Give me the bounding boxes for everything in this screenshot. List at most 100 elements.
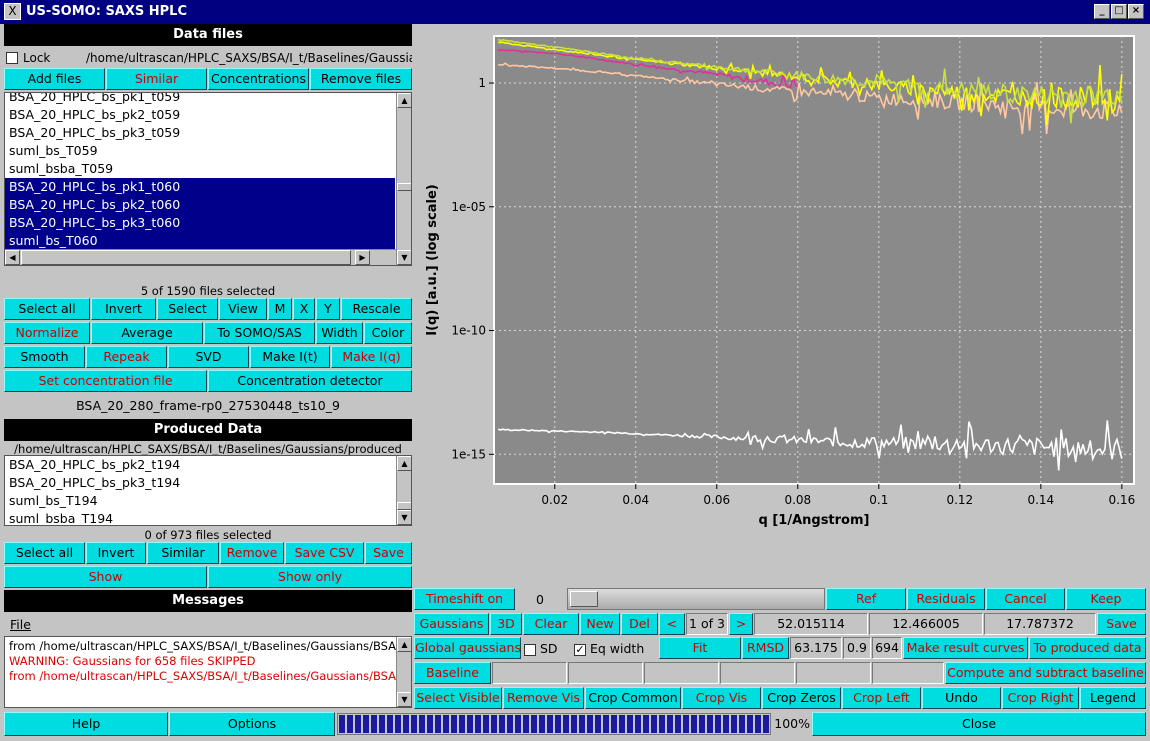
scroll-down-icon[interactable]: ▼: [397, 692, 411, 707]
list-item[interactable]: suml_bs_T060: [5, 232, 395, 250]
list-item[interactable]: BSA_20_HPLC_bs_pk3_t059: [5, 124, 395, 142]
data-files-hscrollbar[interactable]: ◀ ▶: [5, 249, 396, 265]
produced-scrollbar[interactable]: ▲ ▼: [396, 456, 411, 525]
produced-remove-button[interactable]: Remove: [220, 542, 284, 564]
to-somo-sas-button[interactable]: To SOMO/SAS: [204, 322, 315, 344]
list-item[interactable]: BSA_20_HPLC_bs_pk2_t059: [5, 106, 395, 124]
sd-option[interactable]: SD: [524, 641, 558, 656]
smooth-button[interactable]: Smooth: [4, 346, 85, 368]
m-button[interactable]: M: [268, 298, 292, 320]
select-all-button[interactable]: Select all: [4, 298, 90, 320]
x-button[interactable]: X: [293, 298, 315, 320]
scroll-thumb[interactable]: [397, 502, 411, 510]
cancel-button[interactable]: Cancel: [986, 588, 1065, 610]
scroll-right-icon[interactable]: ▶: [355, 250, 370, 265]
produced-similar-button[interactable]: Similar: [147, 542, 219, 564]
options-button[interactable]: Options: [169, 712, 335, 736]
make-it-button[interactable]: Make I(t): [250, 346, 330, 368]
select-button[interactable]: Select: [157, 298, 218, 320]
baseline-end-field[interactable]: [644, 662, 719, 684]
remove-vis-button[interactable]: Remove Vis: [503, 687, 584, 709]
produced-select-all-button[interactable]: Select all: [4, 542, 85, 564]
produced-save-button[interactable]: Save: [365, 542, 412, 564]
baseline-start-width-field[interactable]: [568, 662, 643, 684]
make-iq-button[interactable]: Make I(q): [331, 346, 412, 368]
app-icon[interactable]: X: [4, 3, 21, 20]
gaussian-center-field[interactable]: 52.015114: [754, 613, 868, 635]
maximize-button[interactable]: □: [1111, 4, 1127, 19]
crop-vis-button[interactable]: Crop Vis: [682, 687, 761, 709]
list-item[interactable]: BSA_20_HPLC_bs_pk2_t194: [5, 456, 395, 474]
list-item[interactable]: BSA_20_HPLC_bs_pk3_t060: [5, 214, 395, 232]
y-button[interactable]: Y: [316, 298, 340, 320]
crop-common-button[interactable]: Crop Common: [585, 687, 681, 709]
similar-button[interactable]: Similar: [106, 68, 207, 90]
view-button[interactable]: View: [219, 298, 267, 320]
legend-button[interactable]: Legend: [1080, 687, 1146, 709]
3d-button[interactable]: 3D: [490, 613, 522, 635]
produced-invert-button[interactable]: Invert: [86, 542, 146, 564]
points-field[interactable]: 694: [872, 637, 902, 659]
keep-button[interactable]: Keep: [1066, 588, 1146, 610]
residuals-button[interactable]: Residuals: [907, 588, 985, 610]
scroll-up-icon[interactable]: ▲: [397, 93, 411, 108]
gaussian-save-button[interactable]: Save: [1097, 613, 1146, 635]
list-item[interactable]: suml_bs_T194: [5, 492, 395, 510]
messages-box[interactable]: from /home/ultrascan/HPLC_SAXS/BSA/I_t/B…: [4, 636, 412, 708]
messages-scrollbar[interactable]: ▲ ▼: [396, 637, 411, 707]
remove-files-button[interactable]: Remove files: [310, 68, 412, 90]
add-files-button[interactable]: Add files: [4, 68, 105, 90]
produced-files-list[interactable]: BSA_20_HPLC_bs_pk2_t194 BSA_20_HPLC_bs_pk…: [4, 455, 412, 526]
average-button[interactable]: Average: [91, 322, 203, 344]
rmsd-button[interactable]: RMSD: [742, 637, 789, 659]
gaussian-height-field[interactable]: 12.466005: [869, 613, 983, 635]
scroll-down-icon[interactable]: ▼: [397, 250, 411, 265]
baseline-param2-field[interactable]: [872, 662, 944, 684]
list-item[interactable]: BSA_20_HPLC_bs_pk1_t060: [5, 178, 395, 196]
rescale-button[interactable]: Rescale: [341, 298, 412, 320]
normalize-button[interactable]: Normalize: [4, 322, 90, 344]
concentrations-button[interactable]: Concentrations: [208, 68, 309, 90]
set-concentration-file-button[interactable]: Set concentration file: [4, 370, 207, 392]
svd-button[interactable]: SVD: [168, 346, 249, 368]
invert-button[interactable]: Invert: [91, 298, 156, 320]
lock-checkbox[interactable]: [6, 52, 18, 64]
ref-button[interactable]: Ref: [826, 588, 906, 610]
repeak-button[interactable]: Repeak: [86, 346, 167, 368]
file-menu[interactable]: File: [10, 617, 31, 632]
new-button[interactable]: New: [580, 613, 620, 635]
scroll-thumb[interactable]: [397, 183, 411, 191]
eq-width-option[interactable]: ✓ Eq width: [574, 641, 644, 656]
next-button[interactable]: >: [729, 613, 753, 635]
baseline-button[interactable]: Baseline: [414, 662, 491, 684]
list-item[interactable]: suml_bsba_T194: [5, 510, 395, 525]
data-files-list[interactable]: BSA_20_HPLC_bs_pk1_t059 BSA_20_HPLC_bs_pk…: [4, 92, 412, 266]
baseline-end-width-field[interactable]: [720, 662, 795, 684]
threshold-field[interactable]: 0.9: [843, 637, 871, 659]
sd-checkbox[interactable]: [524, 643, 536, 656]
minimize-button[interactable]: _: [1094, 4, 1110, 19]
fit-button[interactable]: Fit: [659, 637, 741, 659]
plot-area[interactable]: 0.02 0.04 0.06 0.08 0.1 0.12 0.14 0.16 1 1e-05 1e-…: [416, 26, 1146, 586]
prev-button[interactable]: <: [659, 613, 685, 635]
crop-right-button[interactable]: Crop Right: [1002, 687, 1079, 709]
to-produced-data-button[interactable]: To produced data: [1029, 637, 1146, 659]
baseline-start-field[interactable]: [492, 662, 567, 684]
compute-subtract-baseline-button[interactable]: Compute and subtract baseline: [945, 662, 1146, 684]
baseline-param-field[interactable]: [796, 662, 871, 684]
width-button[interactable]: Width: [316, 322, 363, 344]
list-item[interactable]: suml_bsba_T059: [5, 160, 395, 178]
clear-button[interactable]: Clear: [523, 613, 579, 635]
list-item[interactable]: suml_bs_T059: [5, 142, 395, 160]
color-button[interactable]: Color: [364, 322, 412, 344]
concentration-detector-button[interactable]: Concentration detector: [208, 370, 412, 392]
scroll-left-icon[interactable]: ◀: [5, 250, 20, 265]
slider-handle[interactable]: [570, 591, 598, 607]
select-visible-button[interactable]: Select Visible: [414, 687, 502, 709]
list-item[interactable]: BSA_20_HPLC_bs_pk1_t059: [5, 93, 395, 106]
timeshift-button[interactable]: Timeshift on: [414, 588, 515, 610]
gaussians-button[interactable]: Gaussians: [414, 613, 489, 635]
crop-left-button[interactable]: Crop Left: [842, 687, 921, 709]
help-button[interactable]: Help: [4, 712, 168, 736]
list-item[interactable]: BSA_20_HPLC_bs_pk2_t060: [5, 196, 395, 214]
